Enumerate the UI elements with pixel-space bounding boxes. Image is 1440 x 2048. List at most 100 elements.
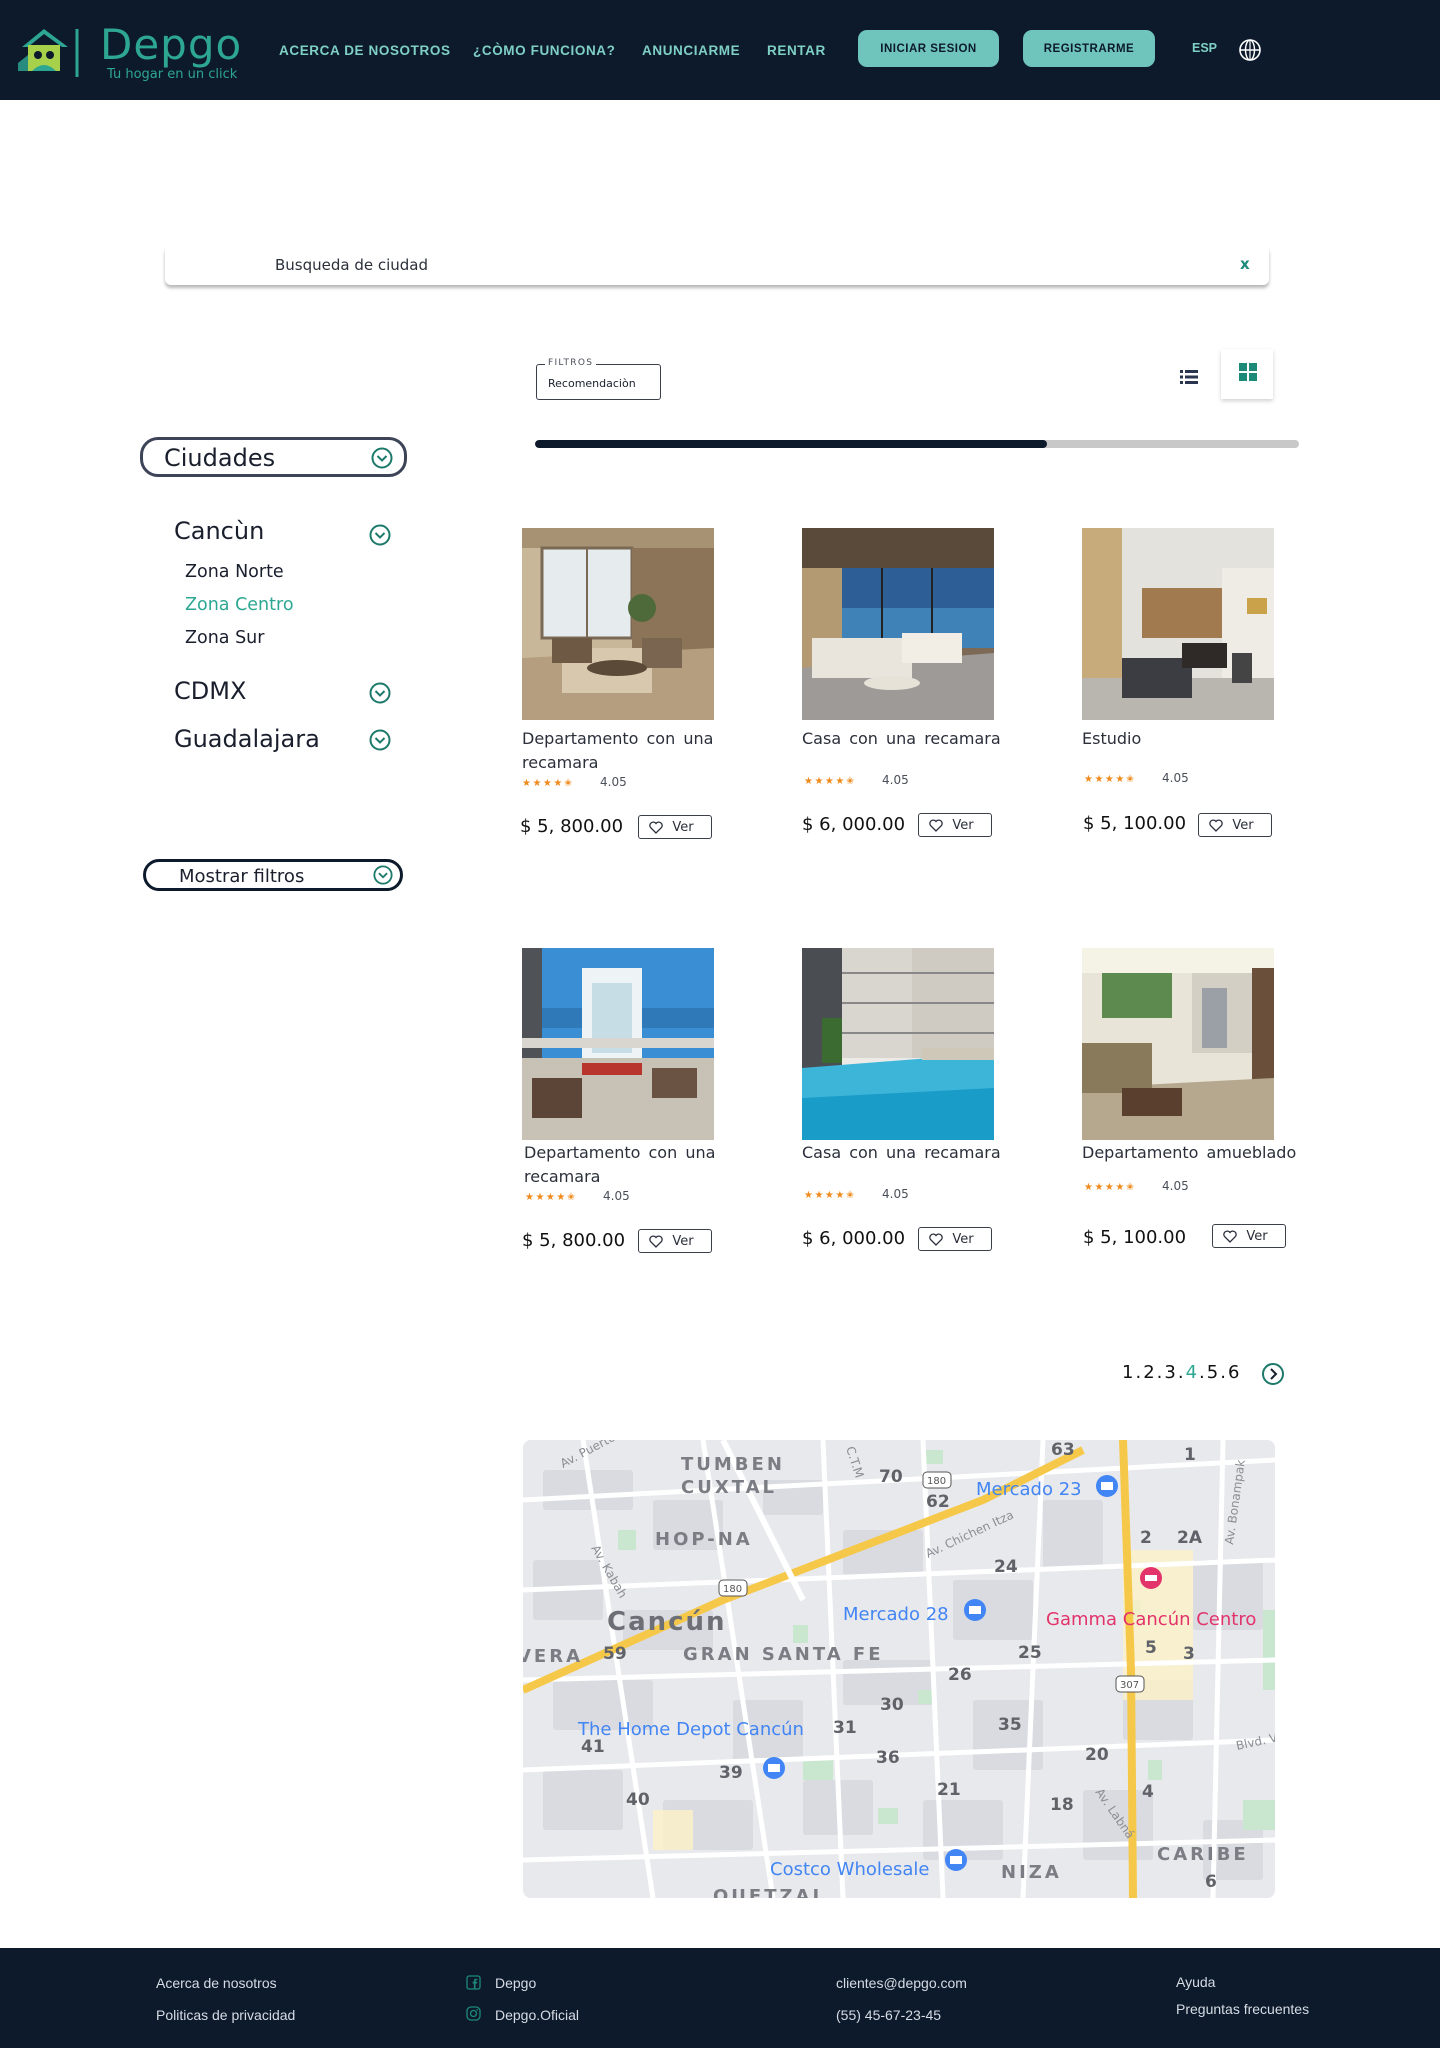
progress-fill [535, 440, 1047, 448]
block-number: 18 [1050, 1795, 1074, 1815]
listing-price: $ 5, 100.00 [1083, 1227, 1187, 1248]
place-label[interactable]: Mercado 23 [976, 1479, 1082, 1500]
register-button[interactable]: REGISTRARME [1023, 30, 1155, 67]
brand-tagline: Tu hogar en un click [107, 67, 238, 82]
grid-view-button[interactable] [1221, 349, 1273, 399]
rating-stars-icon: ★★★★✬ [522, 778, 574, 789]
zone-sur[interactable]: Zona Sur [185, 628, 264, 648]
block-number: 41 [581, 1737, 605, 1757]
city-cdmx[interactable]: CDMX [174, 677, 246, 705]
rating-stars-icon: ★★★★✬ [804, 1190, 856, 1201]
footer-email[interactable]: clientes@depgo.com [836, 1975, 967, 1991]
block-number: 26 [948, 1665, 972, 1685]
map-label: QUETZAL [713, 1886, 827, 1898]
listing-photo[interactable] [522, 948, 714, 1140]
facebook-icon[interactable] [466, 1975, 481, 1990]
globe-icon[interactable] [1238, 38, 1262, 62]
heart-icon[interactable] [929, 819, 943, 832]
hotel-pin-icon[interactable] [1140, 1567, 1162, 1589]
listing-photo[interactable] [802, 948, 994, 1140]
heart-icon[interactable] [649, 821, 663, 834]
place-label[interactable]: Gamma Cancún Centro [1046, 1609, 1256, 1630]
listing-price: $ 5, 800.00 [520, 816, 624, 837]
login-button[interactable]: INICIAR SESION [858, 30, 999, 67]
rating-stars-icon: ★★★★✬ [525, 1192, 577, 1203]
view-listing-button[interactable]: Ver [638, 815, 712, 839]
city-guadalajara[interactable]: Guadalajara [174, 725, 320, 753]
sort-filter-select[interactable]: FILTROS Recomendaciòn [536, 358, 661, 400]
map-label: GRAN SANTA FE [683, 1644, 884, 1665]
view-listing-button[interactable]: Ver [638, 1229, 712, 1253]
footer-link-about[interactable]: Acerca de nosotros [156, 1975, 277, 1991]
block-number: 24 [994, 1557, 1018, 1577]
block-number: 40 [626, 1790, 650, 1810]
listing-title: Departamento con una recamara [522, 729, 714, 772]
footer-link-instagram[interactable]: Depgo.Oficial [495, 2007, 579, 2023]
place-label[interactable]: Mercado 28 [843, 1604, 949, 1625]
list-view-icon[interactable] [1178, 367, 1200, 387]
listing-photo[interactable] [522, 528, 714, 720]
block-number: 20 [1085, 1745, 1109, 1765]
city-search-bar[interactable]: Busqueda de ciudad x [165, 245, 1269, 285]
instagram-icon[interactable] [466, 2006, 481, 2021]
zone-centro[interactable]: Zona Centro [185, 595, 294, 615]
cities-dropdown[interactable]: Ciudades [140, 437, 407, 477]
footer-link-help[interactable]: Ayuda [1176, 1974, 1215, 1990]
shopping-pin-icon[interactable] [1096, 1475, 1118, 1497]
heart-icon[interactable] [1223, 1230, 1237, 1243]
page-link-current[interactable]: 4 [1186, 1362, 1199, 1383]
page-link[interactable]: 2 [1143, 1362, 1156, 1383]
chevron-down-icon[interactable] [369, 682, 391, 704]
listing-rating: 4.05 [882, 1187, 909, 1201]
footer-link-faq[interactable]: Preguntas frecuentes [1176, 2001, 1309, 2017]
heart-icon[interactable] [649, 1235, 663, 1248]
clear-search-button[interactable]: x [1240, 255, 1250, 273]
view-listing-button[interactable]: Ver [1212, 1224, 1286, 1248]
view-listing-button[interactable]: Ver [918, 813, 992, 837]
place-label[interactable]: Costco Wholesale [770, 1859, 929, 1880]
block-number: 4 [1142, 1782, 1154, 1802]
heart-icon[interactable] [929, 1233, 943, 1246]
view-listing-button[interactable]: Ver [1198, 813, 1272, 837]
city-cancun[interactable]: Cancùn [174, 517, 264, 545]
page-link[interactable]: 5 [1207, 1362, 1220, 1383]
chevron-down-icon[interactable] [369, 729, 391, 751]
heart-icon[interactable] [1209, 819, 1223, 832]
block-number: 35 [998, 1715, 1022, 1735]
shopping-pin-icon[interactable] [763, 1757, 785, 1779]
footer-link-facebook[interactable]: Depgo [495, 1975, 536, 1991]
nav-advertise[interactable]: ANUNCIARME [642, 43, 740, 58]
chevron-down-icon[interactable] [369, 524, 391, 546]
map-label: TUMBEN [681, 1454, 785, 1475]
page-link[interactable]: 6 [1228, 1362, 1241, 1383]
listing-photo[interactable] [802, 528, 994, 720]
search-input[interactable]: Busqueda de ciudad [275, 256, 428, 274]
next-page-icon[interactable] [1261, 1362, 1285, 1386]
footer-phone[interactable]: (55) 45-67-23-45 [836, 2007, 941, 2023]
nav-rent[interactable]: RENTAR [767, 43, 826, 58]
location-map[interactable]: TUMBEN CUXTAL HOP-NA GRAN SANTA FE VERA … [523, 1440, 1275, 1898]
listing-title: Casa con una recamara [802, 1143, 1001, 1162]
nav-how-it-works[interactable]: ¿CÒMO FUNCIONA? [473, 43, 615, 58]
block-number: 25 [1018, 1643, 1042, 1663]
nav-about[interactable]: ACERCA DE NOSOTROS [279, 43, 451, 58]
shopping-pin-icon[interactable] [964, 1599, 986, 1621]
filter-legend: FILTROS [545, 358, 597, 368]
brand-logo[interactable]: Depgo Tu hogar en un click [18, 20, 254, 84]
map-label: CARIBE [1157, 1844, 1249, 1865]
block-number: 6 [1205, 1872, 1217, 1892]
block-number: 63 [1051, 1440, 1075, 1460]
show-filters-dropdown[interactable]: Mostrar filtros [143, 859, 403, 891]
place-label[interactable]: The Home Depot Cancún [577, 1719, 804, 1740]
rating-stars-icon: ★★★★✬ [1084, 774, 1136, 785]
listing-photo[interactable] [1082, 948, 1274, 1140]
page-link[interactable]: 1 [1122, 1362, 1135, 1383]
block-number: 70 [879, 1467, 903, 1487]
listing-photo[interactable] [1082, 528, 1274, 720]
page-link[interactable]: 3 [1164, 1362, 1177, 1383]
language-selector[interactable]: ESP [1192, 41, 1217, 55]
shopping-pin-icon[interactable] [945, 1849, 967, 1871]
footer-link-privacy[interactable]: Politicas de privacidad [156, 2007, 295, 2023]
view-listing-button[interactable]: Ver [918, 1227, 992, 1251]
zone-norte[interactable]: Zona Norte [185, 562, 284, 582]
